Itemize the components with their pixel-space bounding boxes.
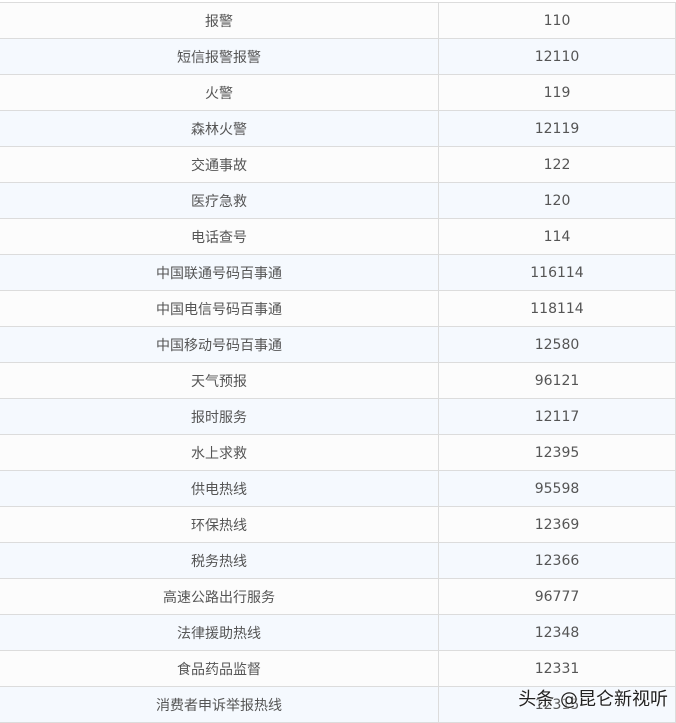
- service-name: 环保热线: [0, 506, 439, 543]
- table-row: 交通事故 122: [0, 146, 676, 183]
- table-row: 医疗急救 120: [0, 182, 676, 219]
- table-row: 水上求救 12395: [0, 434, 676, 471]
- service-name: 中国联通号码百事通: [0, 254, 439, 291]
- hotline-table: 报警 110 短信报警报警 12110 火警 119 森林火警 12119 交通事故 122 医疗急…: [0, 2, 676, 723]
- phone-number: 12331: [438, 650, 676, 687]
- service-name: 天气预报: [0, 362, 439, 399]
- service-name: 电话查号: [0, 218, 439, 255]
- table-row: 法律援助热线 12348: [0, 614, 676, 651]
- table-row: 食品药品监督 12331: [0, 650, 676, 687]
- phone-number: 12369: [438, 506, 676, 543]
- table-row: 报时服务 12117: [0, 398, 676, 435]
- service-name: 法律援助热线: [0, 614, 439, 651]
- table-row: 高速公路出行服务 96777: [0, 578, 676, 615]
- phone-number: 120: [438, 182, 676, 219]
- phone-number: 12580: [438, 326, 676, 363]
- service-name: 水上求救: [0, 434, 439, 471]
- table-row: 税务热线 12366: [0, 542, 676, 579]
- service-name: 高速公路出行服务: [0, 578, 439, 615]
- phone-number: 118114: [438, 290, 676, 327]
- phone-number: 95598: [438, 470, 676, 507]
- phone-number: 110: [438, 2, 676, 39]
- service-name: 森林火警: [0, 110, 439, 147]
- table-row: 电话查号 114: [0, 218, 676, 255]
- service-name: 报时服务: [0, 398, 439, 435]
- watermark: 头条 @昆仑新视听: [518, 689, 668, 710]
- table-row: 报警 110: [0, 2, 676, 39]
- phone-number: 96777: [438, 578, 676, 615]
- table-row: 短信报警报警 12110: [0, 38, 676, 75]
- service-name: 中国电信号码百事通: [0, 290, 439, 327]
- table-row: 中国电信号码百事通 118114: [0, 290, 676, 327]
- phone-number: 12366: [438, 542, 676, 579]
- service-name: 消费者申诉举报热线: [0, 686, 439, 723]
- phone-number: 122: [438, 146, 676, 183]
- phone-number: 12110: [438, 38, 676, 75]
- phone-number: 12348: [438, 614, 676, 651]
- service-name: 食品药品监督: [0, 650, 439, 687]
- table-row: 供电热线 95598: [0, 470, 676, 507]
- service-name: 中国移动号码百事通: [0, 326, 439, 363]
- table-row: 天气预报 96121: [0, 362, 676, 399]
- phone-number: 12119: [438, 110, 676, 147]
- service-name: 报警: [0, 2, 439, 39]
- service-name: 火警: [0, 74, 439, 111]
- phone-number: 119: [438, 74, 676, 111]
- table-row: 火警 119: [0, 74, 676, 111]
- phone-number: 12117: [438, 398, 676, 435]
- phone-number: 96121: [438, 362, 676, 399]
- table-row: 森林火警 12119: [0, 110, 676, 147]
- phone-number: 114: [438, 218, 676, 255]
- service-name: 医疗急救: [0, 182, 439, 219]
- service-name: 供电热线: [0, 470, 439, 507]
- phone-number: 116114: [438, 254, 676, 291]
- service-name: 税务热线: [0, 542, 439, 579]
- service-name: 交通事故: [0, 146, 439, 183]
- table-row: 中国移动号码百事通 12580: [0, 326, 676, 363]
- table-row: 中国联通号码百事通 116114: [0, 254, 676, 291]
- phone-number: 12395: [438, 434, 676, 471]
- table-row: 环保热线 12369: [0, 506, 676, 543]
- service-name: 短信报警报警: [0, 38, 439, 75]
